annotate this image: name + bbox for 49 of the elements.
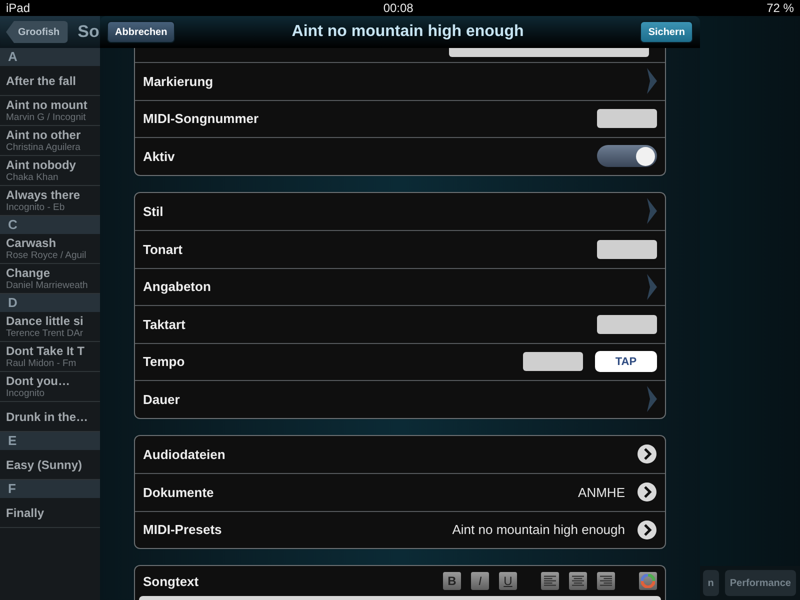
toolbar-button[interactable]: Performance bbox=[724, 570, 796, 596]
text-style-button[interactable]: I bbox=[471, 572, 489, 590]
align-icon bbox=[572, 575, 584, 587]
row-label: Angabeton bbox=[143, 279, 212, 294]
align-button[interactable] bbox=[597, 572, 615, 590]
toggle-switch[interactable] bbox=[597, 145, 657, 168]
section-header: A bbox=[0, 48, 100, 66]
text-style-button[interactable]: U bbox=[499, 572, 517, 590]
row-label: Dokumente bbox=[143, 484, 215, 500]
input-field[interactable] bbox=[597, 109, 657, 128]
row-label: Taktart bbox=[143, 316, 186, 332]
align-button[interactable] bbox=[541, 572, 559, 590]
row-label: MIDI-Songnummer bbox=[143, 111, 260, 126]
section-header: D bbox=[0, 294, 100, 312]
section-header: C bbox=[0, 216, 100, 234]
tap-button[interactable]: TAP bbox=[595, 351, 657, 372]
row-value: Aint no mountain high enough bbox=[452, 522, 625, 538]
section-header: F bbox=[0, 480, 100, 498]
list-title: So bbox=[78, 22, 100, 42]
dialog-title: Aint no mountain high enough bbox=[292, 23, 524, 41]
arrow-circle-icon[interactable] bbox=[637, 520, 657, 540]
row-label: Tempo bbox=[143, 354, 186, 370]
input-field[interactable] bbox=[597, 240, 657, 259]
device-name: iPad bbox=[6, 1, 30, 15]
arrow-circle-icon[interactable] bbox=[637, 444, 657, 464]
align-icon bbox=[544, 575, 556, 587]
row-label: Stil bbox=[143, 204, 164, 219]
row-label: Tonart bbox=[143, 242, 184, 257]
row-value: ANMHE bbox=[578, 484, 625, 500]
battery-level: 72 % bbox=[766, 1, 794, 15]
toolbar-button[interactable]: n bbox=[702, 570, 719, 596]
row-label: MIDI-Presets bbox=[143, 522, 223, 538]
input-field[interactable] bbox=[597, 314, 657, 334]
align-button[interactable] bbox=[569, 572, 587, 590]
save-button[interactable]: Sichern bbox=[640, 21, 693, 43]
section-header: E bbox=[0, 432, 100, 450]
row-label: Dauer bbox=[143, 392, 181, 407]
clock: 00:08 bbox=[383, 1, 414, 15]
row-label: Audiodateien bbox=[143, 446, 226, 462]
cancel-button[interactable]: Abbrechen bbox=[107, 21, 176, 43]
arrow-circle-icon[interactable] bbox=[637, 482, 657, 502]
row-label: Markierung bbox=[143, 74, 214, 89]
color-wheel-button[interactable] bbox=[639, 572, 657, 590]
input-field[interactable] bbox=[523, 352, 583, 372]
align-icon bbox=[600, 575, 612, 587]
text-style-button[interactable]: B bbox=[443, 572, 461, 590]
back-button[interactable]: Groofish bbox=[6, 21, 68, 43]
row-label: Aktiv bbox=[143, 148, 176, 164]
row-label: Songtext bbox=[143, 574, 200, 588]
